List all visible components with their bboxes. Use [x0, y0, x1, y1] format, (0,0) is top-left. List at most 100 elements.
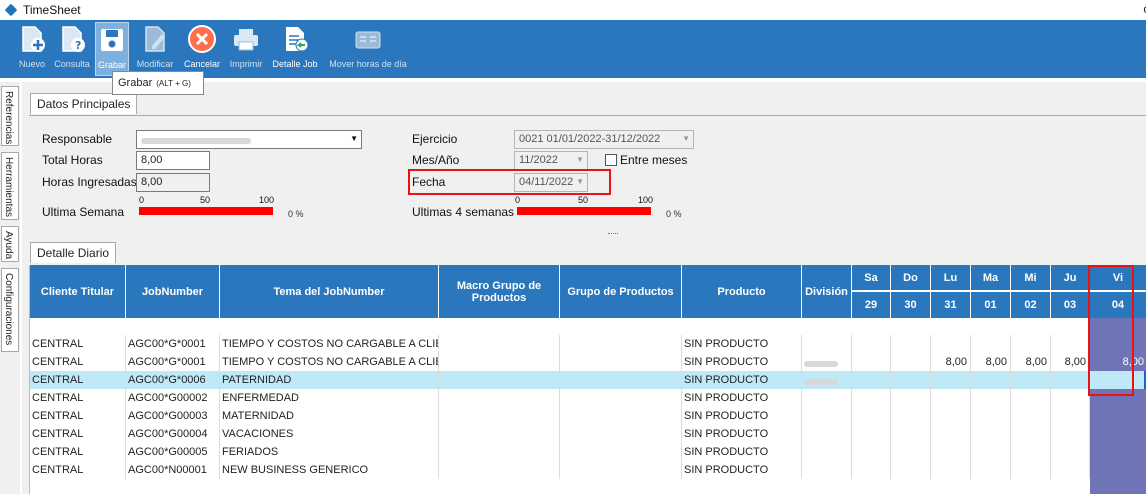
hours-cell[interactable]: 8,00 — [1051, 353, 1090, 371]
hours-cell[interactable] — [1051, 425, 1090, 443]
table-cell[interactable] — [439, 389, 560, 407]
hours-cell[interactable] — [852, 461, 891, 479]
table-cell[interactable] — [560, 371, 682, 389]
job-detail-button[interactable]: Detalle Job — [270, 22, 320, 76]
table-cell[interactable] — [560, 407, 682, 425]
hours-cell[interactable] — [931, 443, 971, 461]
table-cell[interactable]: MATERNIDAD — [220, 407, 439, 425]
tab-detalle-diario[interactable]: Detalle Diario — [30, 242, 117, 263]
new-button[interactable]: Nuevo — [16, 22, 48, 76]
hours-cell[interactable]: 8,00 — [971, 353, 1011, 371]
hours-cell[interactable]: 8,00 — [931, 353, 971, 371]
table-cell[interactable]: ENFERMEDAD — [220, 389, 439, 407]
table-cell[interactable]: CENTRAL — [30, 371, 126, 389]
table-cell[interactable] — [439, 443, 560, 461]
hours-cell[interactable] — [1051, 443, 1090, 461]
hours-cell[interactable] — [891, 407, 931, 425]
hours-cell[interactable] — [1090, 407, 1146, 425]
table-cell[interactable]: AGC00*G*0001 — [126, 353, 220, 371]
sidetab-configuraciones[interactable]: Configuraciones — [1, 268, 19, 352]
table-cell[interactable] — [802, 443, 852, 461]
table-cell[interactable]: CENTRAL — [30, 353, 126, 371]
table-row[interactable]: CENTRAL AGC00*G*0006 PATERNIDAD SIN PRODUCT… — [30, 371, 1146, 389]
table-cell[interactable] — [802, 335, 852, 353]
splitter-handle[interactable] — [608, 233, 618, 235]
table-cell[interactable]: TIEMPO Y COSTOS NO CARGABLE A CLIENTES — [220, 335, 439, 353]
hours-cell[interactable] — [971, 425, 1011, 443]
hours-cell[interactable] — [1051, 389, 1090, 407]
hours-cell[interactable] — [971, 407, 1011, 425]
table-cell[interactable] — [802, 353, 852, 371]
column-header[interactable]: Grupo de Productos — [560, 265, 682, 318]
table-cell[interactable]: CENTRAL — [30, 389, 126, 407]
table-cell[interactable]: AGC00*G*0001 — [126, 335, 220, 353]
hours-cell[interactable] — [1011, 443, 1051, 461]
hours-cell[interactable] — [971, 443, 1011, 461]
table-cell[interactable] — [439, 353, 560, 371]
table-row[interactable]: CENTRAL AGC00*G00005 FERIADOS SIN PRODUCTO — [30, 443, 1146, 461]
modify-button[interactable]: Modificar — [133, 22, 177, 76]
sidetab-herramientas[interactable]: Herramientas — [1, 152, 19, 220]
table-cell[interactable]: SIN PRODUCTO — [682, 425, 802, 443]
table-cell[interactable]: SIN PRODUCTO — [682, 443, 802, 461]
table-cell[interactable] — [802, 389, 852, 407]
table-cell[interactable] — [439, 371, 560, 389]
table-cell[interactable]: AGC00*G00005 — [126, 443, 220, 461]
column-header[interactable]: División — [802, 265, 852, 318]
tab-datos-principales[interactable]: Datos Principales — [30, 93, 138, 114]
hours-cell[interactable] — [891, 425, 931, 443]
column-header[interactable]: Tema del JobNumber — [220, 265, 439, 318]
print-button[interactable]: Imprimir — [227, 22, 265, 76]
hours-cell[interactable] — [1011, 389, 1051, 407]
hours-cell[interactable] — [852, 353, 891, 371]
hours-cell[interactable] — [891, 335, 931, 353]
save-button[interactable]: Grabar — [95, 22, 129, 76]
table-cell[interactable]: AGC00*G00003 — [126, 407, 220, 425]
hours-cell[interactable] — [852, 389, 891, 407]
hours-cell[interactable] — [1011, 335, 1051, 353]
table-cell[interactable] — [439, 425, 560, 443]
column-header[interactable]: Macro Grupo de Productos — [439, 265, 560, 318]
table-cell[interactable] — [560, 389, 682, 407]
table-cell[interactable]: CENTRAL — [30, 425, 126, 443]
table-row[interactable]: CENTRAL AGC00*G*0001 TIEMPO Y COSTOS NO CA… — [30, 335, 1146, 353]
table-row[interactable]: CENTRAL AGC00*G*0001 TIEMPO Y COSTOS NO CA… — [30, 353, 1146, 371]
hours-cell[interactable] — [931, 461, 971, 479]
hours-cell[interactable] — [891, 371, 931, 389]
table-cell[interactable]: SIN PRODUCTO — [682, 353, 802, 371]
table-cell[interactable] — [802, 407, 852, 425]
hours-cell[interactable] — [1051, 335, 1090, 353]
table-cell[interactable]: AGC00*N00001 — [126, 461, 220, 479]
table-cell[interactable]: AGC00*G00004 — [126, 425, 220, 443]
mes-select[interactable]: 11/2022 ▼ — [514, 151, 588, 170]
table-cell[interactable]: NEW BUSINESS GENERICO — [220, 461, 439, 479]
responsable-select[interactable]: ▼ — [136, 130, 362, 149]
entre-meses-checkbox[interactable] — [605, 154, 617, 166]
cancel-button[interactable]: Cancelar — [181, 22, 223, 76]
hours-cell[interactable] — [971, 335, 1011, 353]
table-cell[interactable] — [439, 335, 560, 353]
table-cell[interactable] — [802, 461, 852, 479]
hours-cell[interactable] — [931, 371, 971, 389]
query-button[interactable]: ? Consulta — [53, 22, 91, 76]
hours-cell[interactable] — [1011, 371, 1051, 389]
hours-cell[interactable] — [971, 461, 1011, 479]
table-cell[interactable]: TIEMPO Y COSTOS NO CARGABLE A CLIENTES — [220, 353, 439, 371]
sidetab-referencias[interactable]: Referencias — [1, 86, 19, 146]
hours-cell[interactable] — [852, 443, 891, 461]
table-cell[interactable] — [560, 353, 682, 371]
table-cell[interactable] — [439, 461, 560, 479]
hours-cell[interactable] — [1051, 371, 1090, 389]
sidetab-ayuda[interactable]: Ayuda — [1, 226, 19, 262]
column-header[interactable]: Producto — [682, 265, 802, 318]
hours-cell[interactable] — [891, 353, 931, 371]
hours-cell[interactable] — [1011, 425, 1051, 443]
hours-cell[interactable] — [1051, 461, 1090, 479]
table-cell[interactable]: SIN PRODUCTO — [682, 461, 802, 479]
hours-cell[interactable]: 8,00 — [1011, 353, 1051, 371]
hours-cell[interactable] — [891, 443, 931, 461]
hours-cell[interactable] — [931, 335, 971, 353]
table-cell[interactable]: AGC00*G*0006 — [126, 371, 220, 389]
table-cell[interactable]: CENTRAL — [30, 335, 126, 353]
table-row[interactable]: CENTRAL AGC00*G00002 ENFERMEDAD SIN PRODUCT… — [30, 389, 1146, 407]
